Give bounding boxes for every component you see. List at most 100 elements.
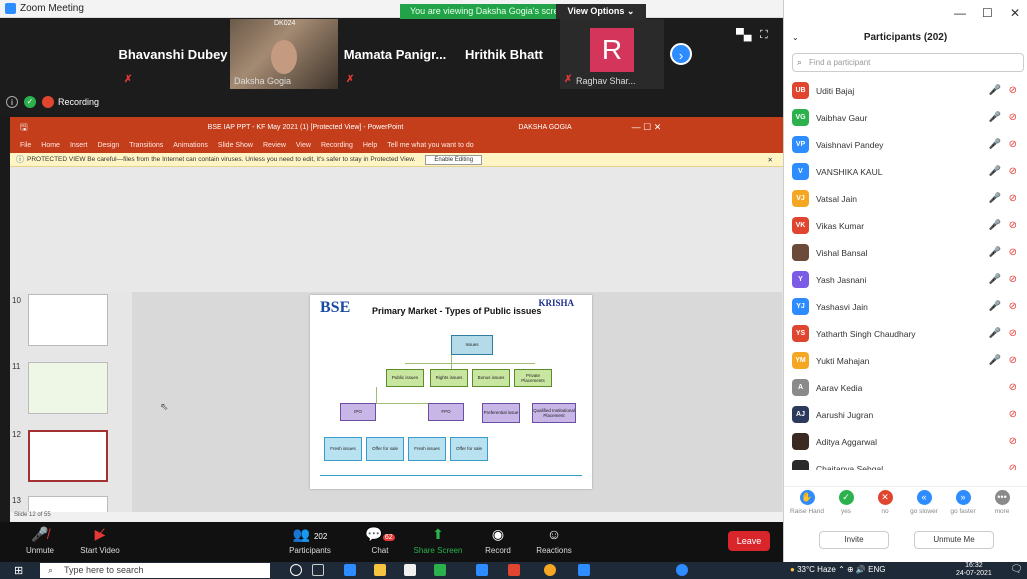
reactions-button[interactable]: ☺ Reactions	[526, 526, 582, 555]
file-explorer-icon[interactable]	[374, 564, 386, 576]
chevron-down-icon[interactable]: ⌄	[792, 27, 799, 49]
system-clock[interactable]: 16:32 24-07-2021	[956, 562, 992, 578]
participant-row[interactable]: VP Vaishnavi Pandey 🎤 ⊘	[784, 131, 1027, 158]
muted-mic-icon: ✗	[564, 74, 573, 85]
tab-insert[interactable]: Insert	[70, 142, 88, 149]
reaction-button[interactable]: ✋ Raise Hand	[790, 490, 824, 515]
participant-name: Daksha Gogia	[234, 76, 292, 86]
tab-recording[interactable]: Recording	[321, 142, 353, 149]
app-icon[interactable]	[508, 564, 520, 576]
reaction-button[interactable]: ✓ yes	[829, 490, 863, 515]
org-node: Rights issues	[430, 369, 468, 387]
tab-view[interactable]: View	[296, 142, 311, 149]
tell-me-input[interactable]: Tell me what you want to do	[387, 142, 473, 149]
unmute-button[interactable]: 🎤̸ Unmute	[12, 526, 68, 555]
zoom-taskbar-icon[interactable]	[476, 564, 488, 576]
participant-row[interactable]: VG Vaibhav Gaur 🎤 ⊘	[784, 104, 1027, 131]
muted-mic-icon: 🎤	[988, 274, 1001, 285]
next-page-arrow-icon[interactable]: ›	[670, 43, 692, 65]
participant-row[interactable]: Chaitanya Sehgal ⊘	[784, 455, 1027, 470]
task-view-icon[interactable]	[312, 564, 324, 576]
close-icon[interactable]: ✕	[768, 156, 773, 164]
participant-name: Yash Jasnani	[816, 274, 867, 285]
app-icon[interactable]	[434, 564, 446, 576]
participant-row[interactable]: Aditya Aggarwal ⊘	[784, 428, 1027, 455]
video-tile[interactable]: Mamata Panigr... ✗	[340, 19, 450, 89]
participant-name: Raghav Shar...	[576, 76, 636, 86]
tab-design[interactable]: Design	[97, 142, 119, 149]
recording-icon	[42, 96, 54, 108]
video-tile[interactable]: R ✗ Raghav Shar...	[560, 19, 664, 89]
app-icon[interactable]	[404, 564, 416, 576]
chat-button[interactable]: 💬 62 Chat	[352, 526, 408, 555]
slide-thumbnail[interactable]	[28, 362, 108, 414]
tab-help[interactable]: Help	[363, 142, 377, 149]
taskbar-search-input[interactable]: ⌕ Type here to search	[40, 563, 270, 578]
ribbon-tabs: File Home Insert Design Transitions Anim…	[10, 138, 783, 153]
avatar: VJ	[792, 190, 809, 207]
reaction-button[interactable]: « go slower	[907, 490, 941, 515]
sun-icon: ●	[790, 565, 795, 574]
minimize-icon[interactable]: —	[954, 6, 966, 20]
participant-search-input[interactable]: ⌕ Find a participant	[792, 53, 1024, 72]
video-off-icon: ⊘	[1008, 301, 1017, 312]
tab-home[interactable]: Home	[41, 142, 60, 149]
enable-editing-button[interactable]: Enable Editing	[425, 154, 483, 165]
view-options-button[interactable]: View Options ⌄	[556, 4, 646, 19]
participant-row[interactable]: YJ Yashasvi Jain 🎤 ⊘	[784, 293, 1027, 320]
participants-button[interactable]: 👥 202 Participants	[282, 526, 338, 555]
tab-review[interactable]: Review	[263, 142, 286, 149]
tab-transitions[interactable]: Transitions	[129, 142, 163, 149]
participant-row[interactable]: A Aarav Kedia ⊘	[784, 374, 1027, 401]
video-tile-active[interactable]: Daksha Gogia DK024	[230, 19, 338, 89]
start-video-button[interactable]: ▶̸ Start Video	[72, 526, 128, 555]
edge-icon[interactable]	[344, 564, 356, 576]
video-tile[interactable]: Bhavanshi Dubey ✗	[118, 19, 228, 89]
tab-slide-show[interactable]: Slide Show	[218, 142, 253, 149]
reaction-button[interactable]: ✕ no	[868, 490, 902, 515]
close-icon[interactable]: ✕	[1010, 6, 1020, 20]
record-button[interactable]: ◉ Record	[470, 526, 526, 555]
reaction-button[interactable]: ••• more	[985, 490, 1019, 515]
leave-button[interactable]: Leave	[728, 531, 770, 551]
participant-row[interactable]: Y Yash Jasnani 🎤 ⊘	[784, 266, 1027, 293]
info-icon[interactable]: i	[6, 96, 18, 108]
share-screen-button[interactable]: ⬆ Share Screen	[410, 526, 466, 555]
slide-thumbnail[interactable]	[28, 294, 108, 346]
slide-thumbnail-selected[interactable]	[28, 430, 108, 482]
participant-row[interactable]: VK Vikas Kumar 🎤 ⊘	[784, 212, 1027, 239]
bse-logo: BSE	[320, 299, 351, 316]
shield-icon[interactable]: ✓	[24, 96, 36, 108]
window-controls-icon: — ☐ ✕	[631, 122, 662, 132]
fullscreen-icon[interactable]: ⛶	[760, 29, 768, 42]
participant-row[interactable]: YM Yukti Mahajan 🎤 ⊘	[784, 347, 1027, 374]
zoom-meeting-icon[interactable]	[578, 564, 590, 576]
invite-button[interactable]: Invite	[819, 531, 889, 549]
window-title: Zoom Meeting	[20, 3, 84, 14]
participant-row[interactable]: V VANSHIKA KAUL 🎤 ⊘	[784, 158, 1027, 185]
weather-tray[interactable]: ● 33°C Haze ⌃ ⊕ 🔊 ENG	[790, 565, 885, 574]
blank-area	[10, 167, 783, 292]
app-icon[interactable]	[676, 564, 688, 576]
chrome-icon[interactable]	[544, 564, 556, 576]
tab-animations[interactable]: Animations	[173, 142, 208, 149]
video-tile[interactable]: Hrithik Bhatt	[452, 19, 556, 89]
muted-mic-icon: 🎤	[988, 328, 1001, 339]
unmute-me-button[interactable]: Unmute Me	[914, 531, 994, 549]
participant-row[interactable]: VJ Vatsal Jain 🎤 ⊘	[784, 185, 1027, 212]
windows-start-icon[interactable]: ⊞	[14, 564, 23, 577]
gallery-view-icon[interactable]: ▀▄	[736, 29, 752, 41]
participant-row[interactable]: YS Yatharth Singh Chaudhary 🎤 ⊘	[784, 320, 1027, 347]
notification-icon[interactable]: 🗨	[1010, 564, 1023, 575]
cortana-icon[interactable]	[290, 564, 302, 576]
tab-file[interactable]: File	[20, 142, 31, 149]
reaction-button[interactable]: » go faster	[946, 490, 980, 515]
participant-row[interactable]: Vishal Bansal 🎤 ⊘	[784, 239, 1027, 266]
org-node: Preferential issue	[482, 403, 520, 423]
participant-row[interactable]: AJ Aarushi Jugran ⊘	[784, 401, 1027, 428]
recording-label: Recording	[58, 97, 100, 107]
slide-counter: Slide 12 of 55	[14, 512, 51, 518]
slide-editor: BSE Primary Market - Types of Public iss…	[132, 292, 782, 512]
maximize-icon[interactable]: ☐	[982, 6, 993, 20]
participant-row[interactable]: UB Uditi Bajaj 🎤 ⊘	[784, 77, 1027, 104]
